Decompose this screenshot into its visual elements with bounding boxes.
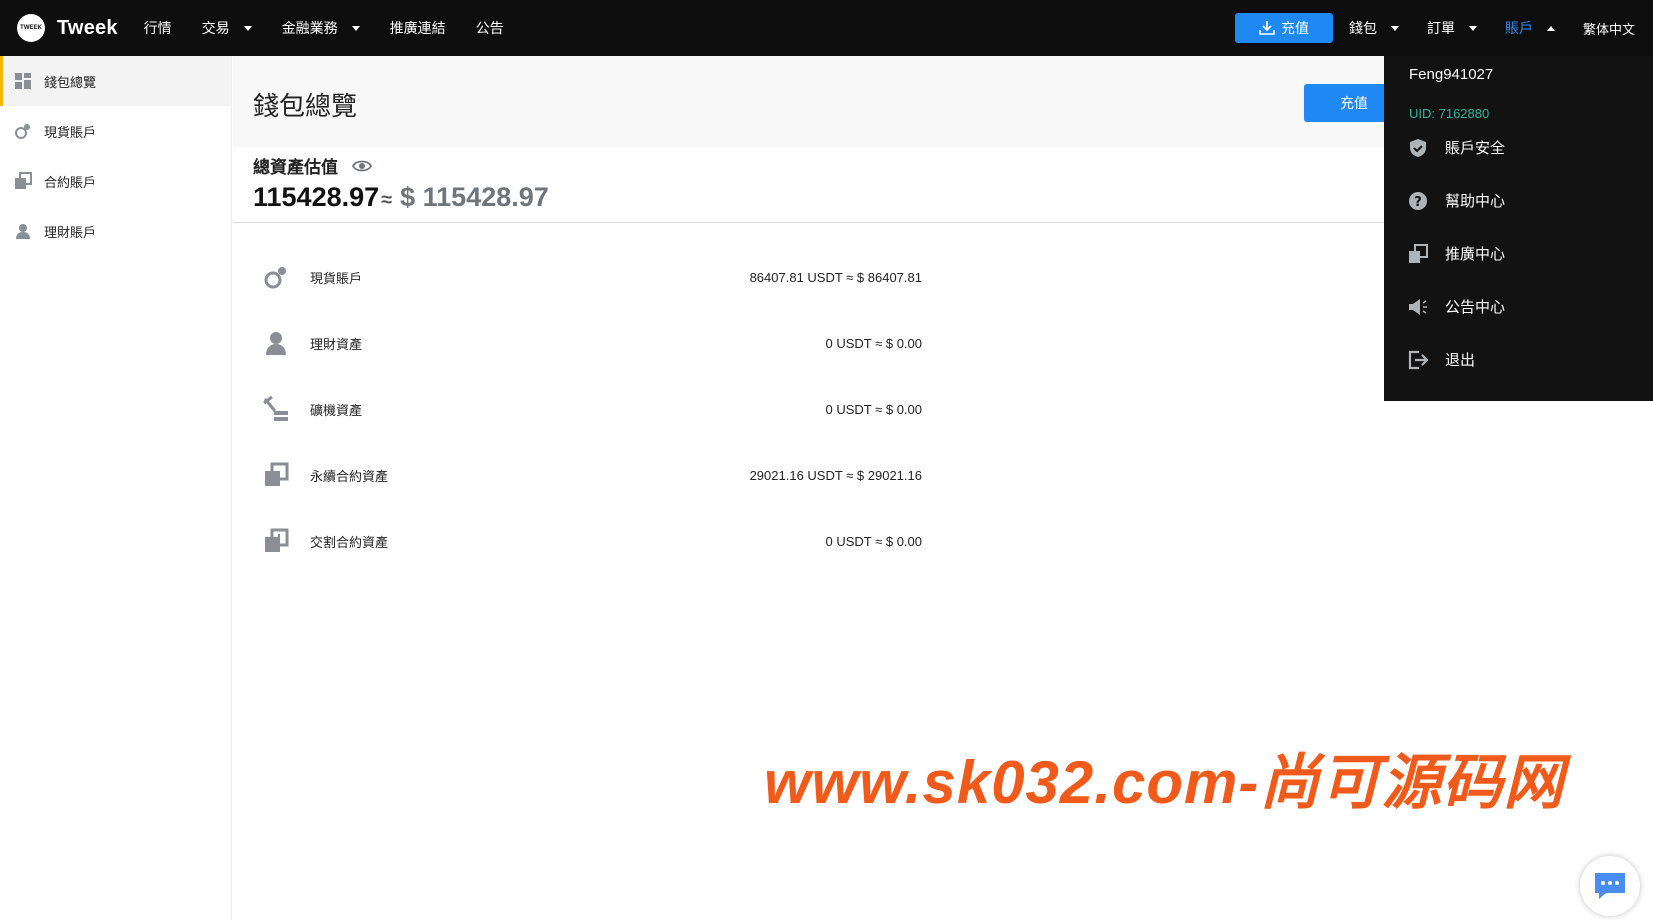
nav-referral-label: 推廣連結 (389, 20, 446, 36)
sidebar-item-contract[interactable]: 合約賬戶 (0, 156, 231, 206)
asset-list: 現貨賬戶 86407.81 USDT ≈ $ 86407.81 理財資產 0 U… (262, 244, 922, 574)
asset-value: 0 USDT ≈ $ 0.00 (825, 401, 923, 417)
main-nav: 行情 交易 金融業務 推廣連結 公告 (144, 18, 534, 38)
sidebar-item-label: 現貨賬戶 (44, 124, 97, 140)
deposit-top-label: 充值 (1280, 20, 1309, 36)
summary-label-text: 總資產估值 (253, 158, 338, 177)
list-item[interactable]: 現貨賬戶 86407.81 USDT ≈ $ 86407.81 (262, 244, 922, 310)
logo-badge: TWEEK (17, 14, 45, 42)
page-title: 錢包總覽 (253, 91, 358, 121)
nav-orders-label: 訂單 (1426, 20, 1455, 36)
summary-label: 總資產估值 (253, 153, 549, 178)
download-icon (1259, 21, 1275, 35)
asset-name: 現貨賬戶 (310, 270, 363, 286)
chevron-down-icon (243, 25, 252, 31)
asset-summary: 總資產估值 115428.97 ≈ $ 115428.97 (253, 153, 549, 213)
list-item[interactable]: 理財資產 0 USDT ≈ $ 0.00 (262, 310, 922, 376)
spot-icon (264, 267, 286, 289)
user-uid: UID: 7162880 (1409, 106, 1490, 121)
nav-announcements-label: 公告 (475, 20, 504, 36)
menu-item-referral-center[interactable]: 推廣中心 (1408, 243, 1505, 264)
list-item[interactable]: 交割合約資產 0 USDT ≈ $ 0.00 (262, 508, 922, 574)
logo[interactable]: TWEEK Tweek (17, 14, 118, 42)
finance-icon (16, 224, 30, 239)
sidebar-item-wallet-overview[interactable]: 錢包總覽 (0, 56, 231, 106)
menu-item-label: 退出 (1445, 352, 1476, 369)
logo-text: Tweek (57, 16, 118, 39)
chat-button[interactable] (1580, 856, 1640, 916)
referral-icon (1409, 243, 1428, 263)
chevron-down-icon (1468, 25, 1477, 31)
asset-value: 29021.16 USDT ≈ $ 29021.16 (749, 467, 922, 483)
sidebar-item-finance[interactable]: 理財賬戶 (0, 206, 231, 256)
list-item[interactable]: 永續合約資產 29021.16 USDT ≈ $ 29021.16 (262, 442, 922, 508)
spot-icon (15, 124, 30, 139)
sidebar: 錢包總覽 現貨賬戶 合約賬戶 理財賬戶 (0, 56, 232, 920)
username: Feng941027 (1409, 66, 1494, 83)
total-value: 115428.97 ≈ $ 115428.97 (253, 182, 549, 213)
chevron-down-icon (351, 25, 360, 31)
top-navbar: TWEEK Tweek 行情 交易 金融業務 推廣連結 公告 充值 錢包 訂單 … (0, 0, 1653, 56)
asset-name: 永續合約資產 (310, 468, 389, 484)
grid-icon (15, 73, 31, 89)
mining-icon (263, 395, 288, 421)
chevron-up-icon (1546, 25, 1555, 31)
contract-icon (15, 172, 32, 189)
deposit-button-top[interactable]: 充值 (1234, 13, 1333, 43)
nav-trade-label: 交易 (201, 20, 230, 36)
sidebar-item-label: 錢包總覽 (44, 74, 97, 90)
watermark: www.sk032.com-尚可源码网 (764, 749, 1565, 816)
nav-market-label: 行情 (143, 20, 172, 36)
menu-item-label: 推廣中心 (1445, 246, 1506, 263)
eye-icon[interactable] (352, 159, 372, 173)
account-dropdown: Feng941027 UID: 7162880 賬戶安全 ? 幫助中心 推廣中心… (1384, 56, 1653, 401)
menu-item-label: 公告中心 (1445, 299, 1506, 316)
nav-right: 充值 錢包 訂單 賬戶 繁体中文 (1234, 0, 1653, 56)
shield-icon (1410, 138, 1426, 157)
asset-name: 交割合約資產 (310, 534, 389, 550)
megaphone-icon (1409, 298, 1427, 315)
nav-announcements[interactable]: 公告 (476, 18, 504, 38)
menu-item-help-center[interactable]: ? 幫助中心 (1408, 190, 1505, 211)
nav-referral[interactable]: 推廣連結 (390, 18, 446, 38)
contract-icon (265, 462, 289, 486)
chat-icon (1595, 873, 1625, 899)
nav-account-label: 賬戶 (1504, 20, 1533, 36)
menu-item-announcement-center[interactable]: 公告中心 (1408, 296, 1505, 317)
nav-market[interactable]: 行情 (144, 18, 172, 38)
list-item[interactable]: 礦機資產 0 USDT ≈ $ 0.00 (262, 376, 922, 442)
delivery-contract-icon (265, 528, 289, 552)
menu-item-label: 幫助中心 (1445, 193, 1506, 210)
nav-account[interactable]: 賬戶 (1505, 18, 1555, 38)
asset-name: 理財資產 (310, 336, 363, 352)
chevron-down-icon (1390, 25, 1399, 31)
menu-item-logout[interactable]: 退出 (1408, 349, 1475, 370)
asset-value: 0 USDT ≈ $ 0.00 (825, 335, 923, 351)
approx-symbol: ≈ (381, 189, 393, 211)
nav-finance-label: 金融業務 (281, 20, 338, 36)
sidebar-item-label: 理財賬戶 (44, 224, 97, 240)
nav-wallet[interactable]: 錢包 (1349, 18, 1399, 38)
nav-wallet-label: 錢包 (1348, 20, 1377, 36)
nav-orders[interactable]: 訂單 (1427, 18, 1477, 38)
menu-item-label: 賬戶安全 (1445, 140, 1506, 157)
finance-icon (266, 332, 286, 355)
menu-item-account-security[interactable]: 賬戶安全 (1408, 137, 1505, 158)
total-value-amount: 115428.97 (253, 182, 380, 212)
language-selector[interactable]: 繁体中文 (1583, 19, 1635, 38)
svg-text:?: ? (1414, 195, 1422, 210)
logout-icon (1408, 350, 1428, 369)
asset-value: 86407.81 USDT ≈ $ 86407.81 (749, 269, 922, 285)
nav-finance[interactable]: 金融業務 (282, 18, 360, 38)
asset-name: 礦機資產 (310, 402, 363, 418)
sidebar-item-spot[interactable]: 現貨賬戶 (0, 106, 231, 156)
total-value-usd: $ 115428.97 (400, 182, 549, 212)
nav-trade[interactable]: 交易 (202, 18, 252, 38)
help-icon: ? (1409, 191, 1427, 210)
asset-value: 0 USDT ≈ $ 0.00 (825, 533, 923, 549)
sidebar-item-label: 合約賬戶 (44, 174, 97, 190)
